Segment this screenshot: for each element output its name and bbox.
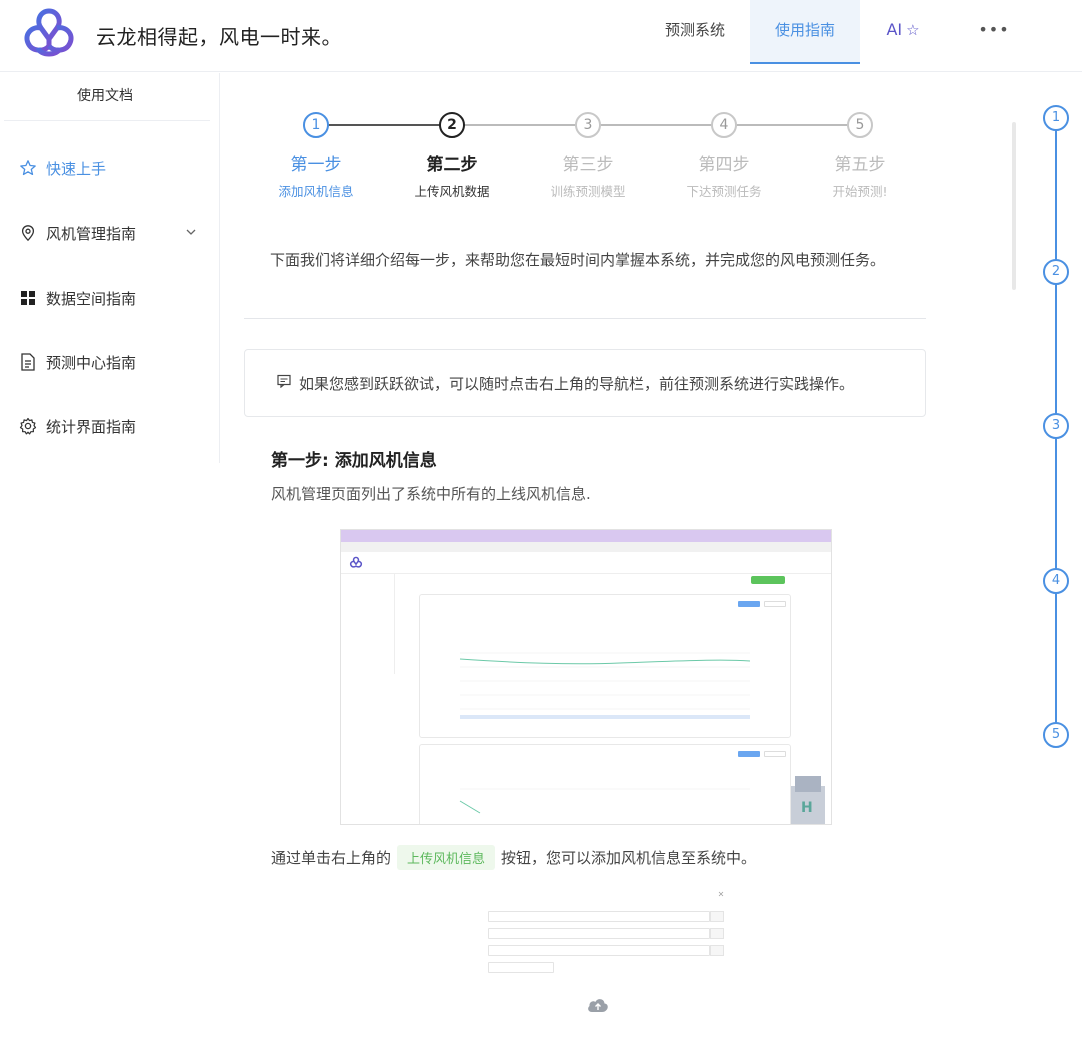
comment-icon xyxy=(277,374,291,392)
tip-text: 如果您感到跃跃欲试，可以随时点击右上角的导航栏，前往预测系统进行实践操作。 xyxy=(299,374,855,393)
gear-icon xyxy=(18,416,38,436)
step-description: 开始预测! xyxy=(832,184,888,199)
sidebar-item-turbine-management[interactable]: 风机管理指南 xyxy=(0,213,210,253)
logo-icon[interactable] xyxy=(20,6,78,62)
sidebar-item-label: 预测中心指南 xyxy=(46,353,137,372)
screenshot-chart-card xyxy=(419,744,791,824)
intro-paragraph: 下面我们将详细介绍每一步，来帮助您在最短时间内掌握本系统，并完成您的风电预测任务… xyxy=(270,251,886,269)
sidebar-item-label: 风机管理指南 xyxy=(46,224,137,243)
steps-progress: 1 第一步 添加风机信息 2 第二步 上传风机数据 3 第三步 训练预测模型 4… xyxy=(246,104,926,234)
sidebar-item-label: 统计界面指南 xyxy=(46,417,137,436)
step-description: 训练预测模型 xyxy=(550,184,626,199)
grid-icon xyxy=(18,288,38,308)
top-header: 云龙相得起，风电一时来。 预测系统 使用指南 AI ☆ ••• xyxy=(0,0,1082,72)
step-number: 4 xyxy=(711,112,737,138)
step-5[interactable]: 5 第五步 开始预测! xyxy=(790,112,930,203)
form-row xyxy=(448,928,724,940)
location-pin-icon xyxy=(18,223,38,243)
browser-address-bar xyxy=(341,542,831,552)
step-description: 上传风机数据 xyxy=(414,184,490,199)
sidebar: 使用文档 快速上手 风机管理指南 数据空间指南 预测中心指南 统计界面指南 xyxy=(0,73,220,463)
upload-instruction: 通过单击右上角的 上传风机信息 按钮，您可以添加风机信息至系统中。 xyxy=(271,845,756,870)
step-number: 1 xyxy=(303,112,329,138)
more-menu-button[interactable]: ••• xyxy=(968,0,1020,64)
sidebar-item-data-space[interactable]: 数据空间指南 xyxy=(0,278,210,318)
document-icon xyxy=(18,352,38,372)
step-description: 下达预测任务 xyxy=(686,184,762,199)
anchor-step-3[interactable]: 3 xyxy=(1043,413,1069,439)
divider xyxy=(4,120,210,121)
add-turbine-form-screenshot xyxy=(446,883,726,1041)
step-2[interactable]: 2 第二步 上传风机数据 xyxy=(382,112,522,203)
sidebar-item-prediction-center[interactable]: 预测中心指南 xyxy=(0,342,210,382)
upload-text-after: 按钮，您可以添加风机信息至系统中。 xyxy=(501,849,757,867)
decorative-illustration-icon: H xyxy=(791,776,825,824)
sidebar-item-label: 数据空间指南 xyxy=(46,289,137,308)
divider xyxy=(244,318,926,319)
chevron-down-icon[interactable] xyxy=(184,225,198,243)
screenshot-header xyxy=(341,552,831,574)
step-number: 5 xyxy=(847,112,873,138)
close-icon xyxy=(718,891,724,897)
anchor-step-2[interactable]: 2 xyxy=(1043,259,1069,285)
star-icon: ☆ xyxy=(906,21,920,39)
tip-box: 如果您感到跃跃欲试，可以随时点击右上角的导航栏，前往预测系统进行实践操作。 xyxy=(244,349,926,417)
step-number: 2 xyxy=(439,112,465,138)
sidebar-item-quick-start[interactable]: 快速上手 xyxy=(0,148,210,188)
step-description: 添加风机信息 xyxy=(278,184,354,199)
nav-ai-label: AI xyxy=(886,20,903,39)
scrollbar-thumb[interactable] xyxy=(1012,122,1016,290)
step-4[interactable]: 4 第四步 下达预测任务 xyxy=(654,112,794,203)
step-3[interactable]: 3 第三步 训练预测模型 xyxy=(518,112,658,203)
form-row xyxy=(448,962,724,974)
svg-text:H: H xyxy=(801,800,813,816)
nav-ai[interactable]: AI ☆ xyxy=(868,0,938,64)
section-title-step1: 第一步: 添加风机信息 xyxy=(271,451,437,471)
step-title: 第二步 xyxy=(426,155,478,175)
screenshot-sidebar xyxy=(341,574,395,674)
browser-tab-bar xyxy=(341,530,831,542)
step-title: 第三步 xyxy=(562,155,614,175)
anchor-step-5[interactable]: 5 xyxy=(1043,722,1069,748)
step-title: 第一步 xyxy=(290,155,342,175)
screenshot-chart-card xyxy=(419,594,791,738)
cloud-upload-icon xyxy=(588,999,608,1012)
turbine-management-screenshot: H xyxy=(340,529,832,825)
form-row xyxy=(448,911,724,923)
nav-predict-system[interactable]: 预测系统 xyxy=(640,0,750,64)
anchor-step-1[interactable]: 1 xyxy=(1043,105,1069,131)
anchor-step-4[interactable]: 4 xyxy=(1043,568,1069,594)
step-title: 第五步 xyxy=(834,155,886,175)
upload-text-before: 通过单击右上角的 xyxy=(271,849,392,867)
app-slogan: 云龙相得起，风电一时来。 xyxy=(96,25,342,49)
section-text-step1: 风机管理页面列出了系统中所有的上线风机信息. xyxy=(271,485,591,503)
step-number: 3 xyxy=(575,112,601,138)
form-row xyxy=(448,945,724,957)
step-1[interactable]: 1 第一步 添加风机信息 xyxy=(246,112,386,203)
star-icon xyxy=(18,158,38,178)
sidebar-title: 使用文档 xyxy=(77,88,133,104)
step-title: 第四步 xyxy=(698,155,750,175)
upload-turbine-info-button[interactable]: 上传风机信息 xyxy=(397,845,496,870)
sidebar-item-statistics[interactable]: 统计界面指南 xyxy=(0,406,210,446)
sidebar-item-label: 快速上手 xyxy=(46,159,107,178)
screenshot-upload-button xyxy=(751,576,785,584)
nav-user-guide[interactable]: 使用指南 xyxy=(750,0,860,64)
